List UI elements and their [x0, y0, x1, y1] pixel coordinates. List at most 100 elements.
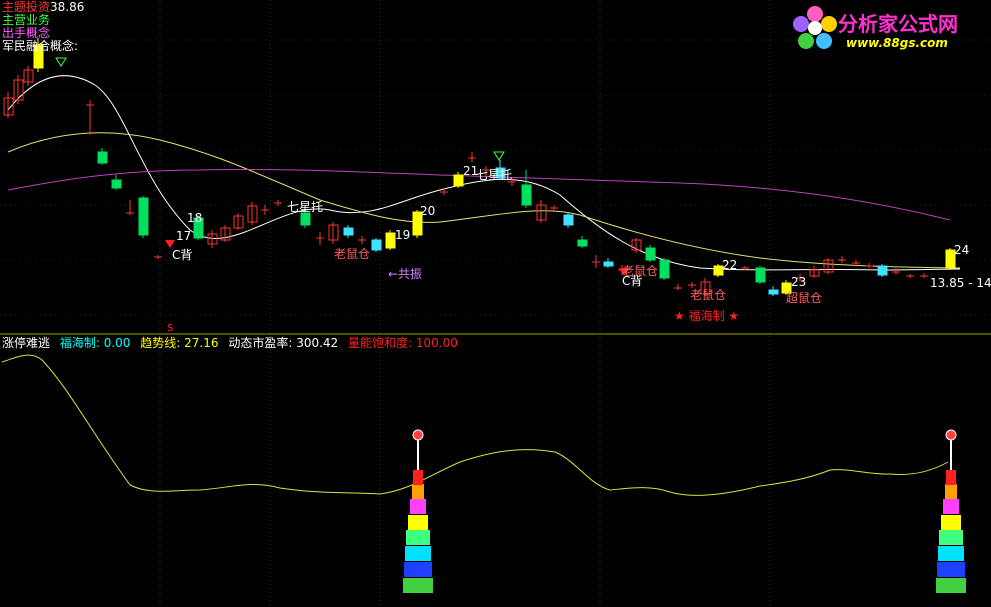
old-mouse-position-label-3: 老鼠仓 [690, 288, 727, 302]
candle-body [138, 197, 149, 236]
candlesticks[interactable] [3, 38, 956, 296]
candle[interactable] [328, 222, 339, 244]
tower-1-block [408, 515, 428, 530]
candle[interactable] [563, 212, 574, 228]
volume-value: 100.00 [415, 336, 458, 350]
tower-1-block [404, 562, 432, 577]
site-logo[interactable]: 分析家公式网 www.88gs.com [790, 2, 990, 54]
tower-1-block [412, 484, 424, 499]
candle[interactable] [138, 196, 149, 238]
tower-2-block [939, 530, 963, 545]
concept-text: 出手概念 [2, 26, 51, 40]
logo-title: 分析家公式网 [838, 12, 958, 36]
ma-yellow-line [7, 132, 961, 269]
candle[interactable] [220, 225, 231, 242]
chart-markers [55, 57, 629, 276]
tower-2-block [943, 499, 959, 514]
seven-star-label-2: 七星托 [476, 168, 513, 182]
volume-label-text: 量能饱和度: [348, 336, 413, 350]
tower-1-block [410, 499, 426, 514]
candle[interactable] [865, 263, 873, 268]
candle[interactable] [592, 255, 600, 268]
candle[interactable] [86, 100, 94, 135]
candle[interactable] [13, 75, 24, 104]
candle[interactable] [536, 200, 547, 223]
candle[interactable] [23, 66, 34, 86]
candle-body [385, 232, 396, 249]
candle[interactable] [316, 232, 324, 245]
theme-investment-value: 38.86 [50, 0, 85, 14]
trend-value: 27.16 [184, 336, 219, 350]
tower-1-block [403, 578, 433, 593]
super-mouse-position-label: 超鼠仓 [786, 291, 823, 305]
candle[interactable] [838, 256, 846, 263]
label-19: 19 [395, 228, 411, 242]
trend-label-text: 趋势线: [140, 336, 181, 350]
candle[interactable] [154, 255, 162, 259]
label-17: 17 [176, 229, 192, 243]
candle[interactable] [521, 170, 532, 208]
candle[interactable] [768, 286, 779, 296]
tower-2-block [946, 470, 956, 485]
indicator-header: 涨停难逃 福海制: 0.00 趋势线: 27.16 动态市盈率: 300.42 … [2, 337, 464, 350]
candle-body [645, 247, 656, 261]
stock-chart-window: 主题投资38.86 主营业务 出手概念 军民融合概念: 分析家公式网 www.8… [0, 0, 991, 607]
candle[interactable] [207, 230, 218, 248]
green-arrow-icon [493, 151, 505, 161]
candle-body [97, 151, 108, 164]
candle[interactable] [440, 188, 448, 195]
indicator-panel [1, 354, 966, 593]
fuhaizhi-label-text: 福海制: [59, 336, 100, 350]
candle[interactable] [111, 175, 122, 190]
candle[interactable] [468, 152, 476, 162]
indicator-name: 涨停难逃 [2, 336, 51, 350]
tower-1-block [413, 470, 423, 485]
candle-body [768, 289, 779, 295]
candle[interactable] [453, 172, 464, 188]
candle-body [603, 261, 614, 267]
chart-canvas[interactable] [0, 0, 991, 607]
tower-2-block [936, 578, 966, 593]
label-20: 20 [420, 204, 436, 218]
candle[interactable] [906, 274, 914, 278]
military-civil-concept-text: 军民融合概念: [2, 39, 79, 53]
candle[interactable] [809, 266, 820, 278]
candle[interactable] [892, 268, 900, 275]
candle-body [877, 265, 888, 276]
candle[interactable] [371, 238, 382, 252]
green-arrow-icon [55, 57, 67, 67]
tower-2-block [937, 562, 965, 577]
candle[interactable] [877, 264, 888, 277]
candle[interactable] [385, 230, 396, 250]
candle[interactable] [755, 266, 766, 284]
candle-body [659, 259, 670, 279]
candle[interactable] [97, 148, 108, 165]
candle-body [521, 184, 532, 206]
candle[interactable] [659, 258, 670, 280]
candle[interactable] [233, 213, 244, 230]
tower-1-block [405, 546, 431, 561]
seven-star-label-1: 七星托 [287, 200, 324, 214]
candle[interactable] [577, 236, 588, 248]
tower-2-block [945, 484, 957, 499]
candle-body [111, 179, 122, 189]
logo-url: www.88gs.com [846, 36, 948, 50]
tower-2-ball-icon [945, 429, 957, 441]
old-mouse-position-label-2: 老鼠仓 [622, 264, 659, 278]
c-back-label-1: C背 [172, 248, 193, 262]
candle[interactable] [126, 200, 134, 215]
fuhaizhi-label: ★ 福海制 ★ [674, 309, 740, 323]
fuhaizhi-readout: 福海制: 0.00 [60, 336, 131, 350]
candle[interactable] [343, 225, 354, 238]
tower-1-ball-icon [412, 429, 424, 441]
candle[interactable] [823, 258, 834, 274]
candle-body [577, 239, 588, 247]
candle[interactable] [645, 245, 656, 262]
candle-body [300, 212, 311, 226]
candle[interactable] [674, 284, 682, 290]
candle[interactable] [920, 273, 928, 278]
theme-investment-text: 主题投资 [2, 0, 51, 14]
candle[interactable] [261, 205, 269, 215]
candle[interactable] [358, 236, 366, 244]
old-mouse-position-label-1: 老鼠仓 [334, 247, 371, 261]
